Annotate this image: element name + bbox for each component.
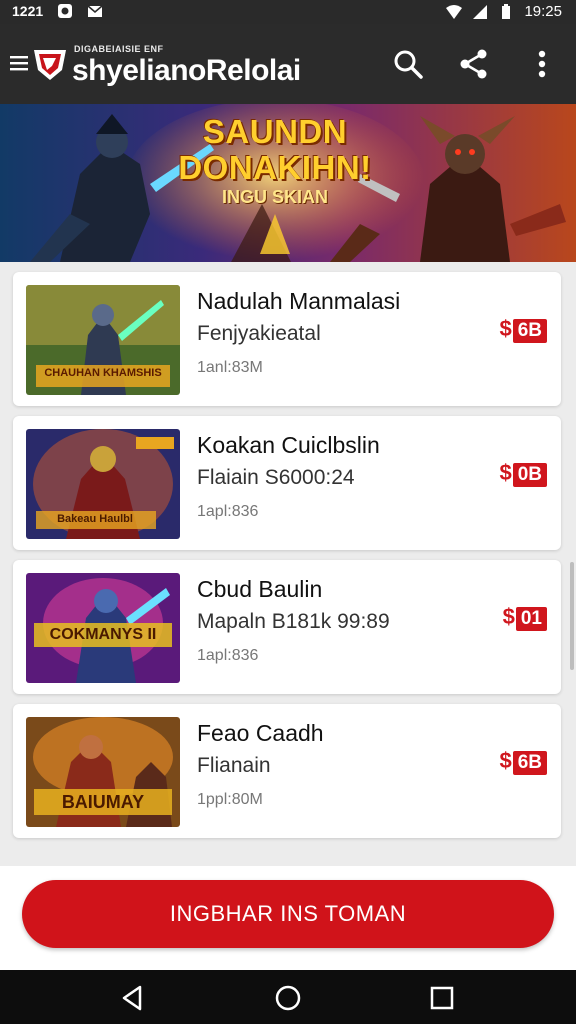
thumbnail-caption: COKMANYS II xyxy=(49,626,157,643)
price-value: 0B xyxy=(512,463,547,487)
item-subtitle: Mapaln B181k 99:89 xyxy=(197,610,390,633)
price-symbol: $ xyxy=(499,748,512,773)
logo-icon xyxy=(34,50,66,80)
item-meta: 1apl:836 xyxy=(197,647,259,664)
price-symbol: $ xyxy=(499,316,512,341)
item-subtitle: Fenjyakieatal xyxy=(197,322,321,345)
item-meta: 1apl:836 xyxy=(197,503,259,520)
more-vert-icon[interactable] xyxy=(526,48,558,80)
app-bar: DIGABEIAISIE ENF shyelianoRelolai xyxy=(0,24,576,104)
item-list: CHAUHAN KHAMSHIS Nadulah Manmalasi Fenjy… xyxy=(0,262,576,866)
status-time-left: 1221 xyxy=(12,3,44,19)
item-title: Feao Caadh xyxy=(197,720,324,746)
status-bar: 1221 19:25 xyxy=(0,0,576,24)
menu-icon[interactable] xyxy=(10,54,28,72)
media-icon xyxy=(58,4,73,18)
item-title: Cbud Baulin xyxy=(197,576,323,602)
search-icon[interactable] xyxy=(392,48,424,80)
list-item[interactable]: COKMANYS II Cbud Baulin Mapaln B181k 99:… xyxy=(13,560,561,694)
price-symbol: $ xyxy=(499,460,512,485)
item-meta: 1ppl:80M xyxy=(197,791,263,808)
item-price: $0B xyxy=(499,460,547,487)
item-price: $6B xyxy=(499,748,547,775)
list-item[interactable]: BAIUMAY Feao Caadh Flianain 1ppl:80M $6B xyxy=(13,704,561,838)
back-icon[interactable] xyxy=(118,983,148,1013)
item-thumbnail: CHAUHAN KHAMSHIS xyxy=(26,285,180,395)
item-title: Nadulah Manmalasi xyxy=(197,288,401,314)
banner-title: SAUNDN DONAKIHN! INGU SKIAN xyxy=(175,114,375,208)
mail-icon xyxy=(87,5,103,17)
item-title: Koakan Cuiclbslin xyxy=(197,432,380,458)
scrollbar[interactable] xyxy=(570,562,574,670)
brand-tagline: DIGABEIAISIE ENF xyxy=(74,44,164,54)
price-symbol: $ xyxy=(502,604,515,629)
list-item[interactable]: CHAUHAN KHAMSHIS Nadulah Manmalasi Fenjy… xyxy=(13,272,561,406)
thumbnail-caption: BAIUMAY xyxy=(61,792,145,812)
item-subtitle: Flianain xyxy=(197,754,271,777)
price-value: 6B xyxy=(512,319,547,343)
banner-subtitle: INGU SKIAN xyxy=(221,187,328,207)
wifi-icon xyxy=(446,4,463,19)
thumbnail-caption: CHAUHAN KHAMSHIS xyxy=(44,367,162,379)
banner-title-line1: SAUNDN xyxy=(202,113,348,150)
item-thumbnail: COKMANYS II xyxy=(26,573,180,683)
thumbnail-caption: Bakeau Haulbl xyxy=(57,513,133,525)
share-icon[interactable] xyxy=(458,48,490,80)
banner-title-line2: DONAKIHN! xyxy=(178,149,372,186)
bottom-action-area: INGBHAR INS TOMAN xyxy=(0,866,576,970)
battery-icon xyxy=(502,3,511,19)
system-nav-bar xyxy=(0,970,576,1024)
price-value: 01 xyxy=(515,607,547,631)
item-price: $01 xyxy=(503,604,547,631)
list-item[interactable]: Bakeau Haulbl Koakan Cuiclbslin Flaiain … xyxy=(13,416,561,550)
home-icon[interactable] xyxy=(273,983,303,1013)
item-thumbnail: BAIUMAY xyxy=(26,717,180,827)
status-time: 19:25 xyxy=(524,3,562,20)
app-title: shyelianoRelolai xyxy=(72,54,301,87)
promo-banner[interactable]: SAUNDN DONAKIHN! INGU SKIAN xyxy=(0,104,576,262)
signal-icon xyxy=(473,4,488,19)
item-price: $6B xyxy=(499,316,547,343)
primary-cta-button[interactable]: INGBHAR INS TOMAN xyxy=(22,880,554,948)
item-subtitle: Flaiain S6000:24 xyxy=(197,466,355,489)
item-thumbnail: Bakeau Haulbl xyxy=(26,429,180,539)
recents-icon[interactable] xyxy=(427,983,457,1013)
item-meta: 1anl:83M xyxy=(197,359,263,376)
price-value: 6B xyxy=(512,751,547,775)
